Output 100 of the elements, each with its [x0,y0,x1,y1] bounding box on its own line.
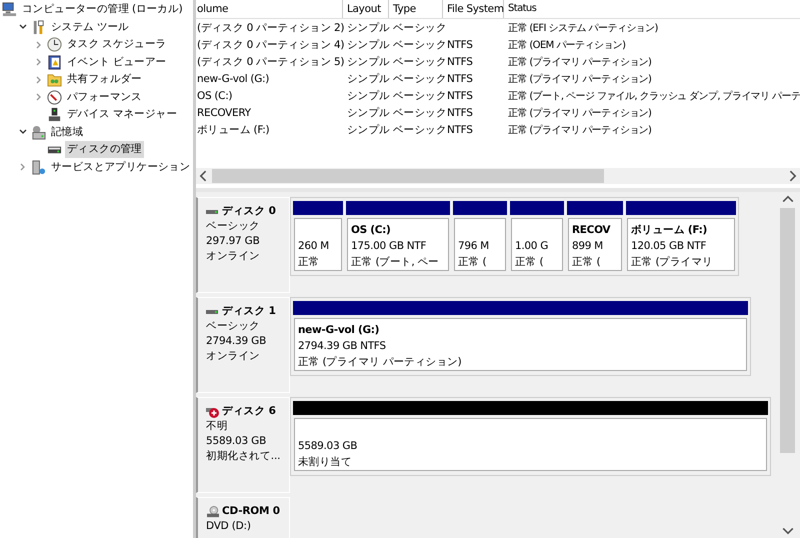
horizontal-scrollbar[interactable] [196,168,800,184]
table-cell: ボリューム (F:) [197,124,270,136]
tree-item[interactable]: デバイス マネージャー [65,106,180,124]
column-header[interactable]: File System [443,0,504,18]
tree-item[interactable]: イベント ビューアー [65,54,168,71]
computer-icon [2,2,17,18]
optical-drive-icon [206,506,220,518]
disk-detail: 2794.39 GB [206,335,266,347]
table-cell: 正常 (OEM パーティション) [508,40,626,50]
partition-size: 1.00 G [515,240,548,252]
disk-detail: ベーシック [206,320,260,332]
disk-info-panel[interactable]: ディスク 6 不明 5589.03 GB 初期化されて... [196,397,290,493]
disk-info-panel[interactable]: ディスク 0 ベーシック 297.97 GB オンライン [196,197,290,293]
partition[interactable]: 1.00 G 正常 ( [510,201,564,271]
disk-name: ディスク 6 [222,404,276,419]
disk-info-panel[interactable]: ディスク 1 ベーシック 2794.39 GB オンライン [196,297,290,393]
table-cell: ベーシック [393,72,447,84]
disk-detail: DVD (D:) [206,520,251,532]
table-cell: ベーシック [393,124,447,136]
column-header[interactable]: olume [196,0,343,18]
tree-item[interactable]: 記憶域 [49,124,86,141]
table-cell: NTFS [447,90,473,102]
table-cell: ベーシック [393,22,447,34]
disk-error-icon [206,406,220,418]
partition-status: 未割り当て [298,456,352,468]
tree-item[interactable]: サービスとアプリケーション [49,158,192,176]
table-cell: シンプル [347,124,390,136]
tree-item[interactable]: 共有フォルダー [65,71,144,88]
disk-name: CD-ROM 0 [222,504,280,519]
column-header[interactable]: Type [389,0,443,18]
partition[interactable]: new-G-vol (G:) 2794.39 GB NTFS 正常 (プライマリ パーティション) [293,301,748,371]
table-cell: (ディスク 0 パーティション 2) [197,22,344,34]
column-header[interactable]: Status [504,0,800,18]
tree-item[interactable]: システム ツール [49,18,131,36]
disk-detail: 5589.03 GB [206,435,266,447]
table-cell: シンプル [347,38,390,50]
disk-detail: 不明 [206,420,228,432]
partition-status: 正常 (ブート, ペー [351,256,439,268]
table-cell: シンプル [347,72,390,84]
partition[interactable]: ボリューム (F:) 120.05 GB NTF 正常 (プライマリ [626,201,736,271]
partition-size: 175.00 GB NTF [351,240,426,252]
table-cell: シンプル [347,22,390,34]
table-cell: OS (C:) [197,90,232,102]
partition[interactable]: 5589.03 GB 未割り当て [293,401,768,471]
disk-detail: ベーシック [206,220,260,232]
partition[interactable]: RECOV 899 M 正常 ( [567,201,623,271]
table-cell: NTFS [447,106,473,118]
partition[interactable]: 260 M 正常 [293,201,343,271]
partition-status: 正常 ( [515,256,544,268]
table-cell: ベーシック [393,106,447,118]
partition-size: 120.05 GB NTF [631,240,706,252]
volume-name: RECOV [572,224,610,236]
gauge-icon [47,90,62,105]
tree-item[interactable]: タスク スケジューラ [65,36,168,54]
tools-icon [31,20,46,35]
table-cell: ベーシック [393,38,447,50]
disk-name: ディスク 0 [222,204,276,219]
table-cell: RECOVERY [197,106,251,118]
table-cell: 正常 (プライマリ パーティション) [508,124,652,136]
table-cell: NTFS [447,38,473,50]
volume-name: new-G-vol (G:) [298,324,380,336]
table-cell: 正常 (プライマリ パーティション) [508,56,652,68]
disk-info-panel[interactable]: CD-ROM 0 DVD (D:) [196,497,290,538]
volume-name: OS (C:) [351,224,391,236]
table-cell: ベーシック [393,56,447,68]
partition-status: 正常 [298,256,320,268]
partition-size: 899 M [572,240,603,252]
partition[interactable]: OS (C:) 175.00 GB NTF 正常 (ブート, ペー [346,201,450,271]
column-header[interactable]: Layout [343,0,389,18]
table-cell: 正常 (EFI システム パーティション) [508,22,658,34]
partition-size: 260 M [298,240,329,252]
table-cell: シンプル [347,56,390,68]
tree-item[interactable]: パフォーマンス [65,88,144,106]
partition-size: 796 M [458,240,489,252]
tree-item[interactable]: ディスクの管理 [65,141,144,158]
table-cell: NTFS [447,72,473,84]
table-cell: 正常 (ブート, ページ ファイル, クラッシュ ダンプ, プライマリ パーテ [508,90,800,102]
table-cell: シンプル [347,90,390,102]
table-cell: 正常 (プライマリ パーティション) [508,74,652,84]
device-icon [47,107,62,122]
volume-name: ボリューム (F:) [631,224,708,236]
partition-size: 2794.39 GB NTFS [298,340,386,352]
partition-size: 5589.03 GB [298,440,358,452]
log-book-icon [47,54,62,70]
table-cell: (ディスク 0 パーティション 4) [197,38,344,50]
table-cell: シンプル [347,106,390,118]
server-gear-icon [31,160,46,175]
disk-detail: 初期化されて... [206,450,280,462]
partition-status: 正常 (プライマリ パーティション) [298,356,462,368]
disk-detail: 297.97 GB [206,235,260,247]
storage-icon [31,124,46,140]
partition-status: 正常 (プライマリ [631,256,713,268]
table-cell: 正常 (プライマリ パーティション) [508,108,652,118]
table-cell: NTFS [447,56,473,68]
partition[interactable]: 796 M 正常 ( [453,201,507,271]
table-cell: new-G-vol (G:) [197,72,270,84]
table-cell: (ディスク 0 パーティション 5) [197,56,344,68]
tree-item[interactable]: コンピューターの管理 (ローカル) [20,1,184,18]
table-cell: NTFS [447,124,473,136]
disk-detail: オンライン [206,250,260,262]
